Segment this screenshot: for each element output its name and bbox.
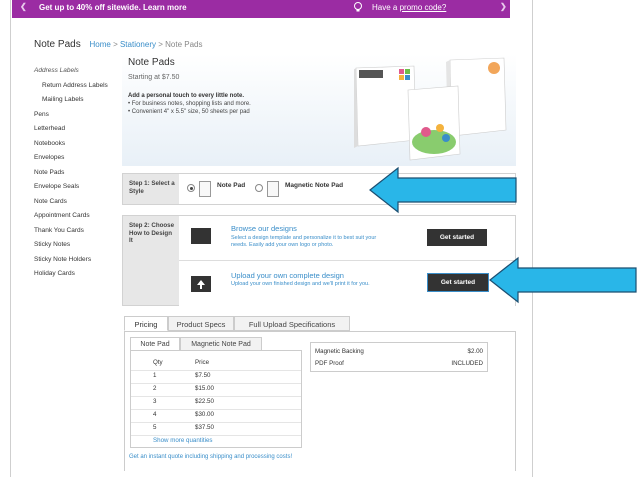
sidebar-item-notebooks[interactable]: Notebooks	[34, 137, 116, 152]
sidebar-item-envelope-seals[interactable]: Envelope Seals	[34, 180, 116, 195]
promo-banner[interactable]: ❮ Get up to 40% off sitewide. Learn more…	[12, 0, 510, 18]
price-cell: $15.00	[195, 385, 214, 392]
step2-design-method: Step 2: Choose How to Design It Browse o…	[122, 215, 516, 306]
frame-right-border	[532, 0, 533, 477]
price-cell: $30.00	[195, 411, 214, 418]
page-title: Note Pads	[34, 39, 81, 50]
price-cell: $22.50	[195, 398, 214, 405]
note-pad-style-icon	[199, 181, 211, 197]
upload-design-row: Upload your own complete design Upload y…	[179, 261, 515, 306]
addon-row: PDF Proof INCLUDED	[311, 357, 487, 370]
promo-code-link[interactable]: promo code?	[400, 3, 447, 12]
starting-price: Starting at $7.50	[128, 74, 180, 81]
upload-design-title[interactable]: Upload your own complete design	[231, 271, 344, 280]
magnetic-note-pad-option-label[interactable]: Magnetic Note Pad	[285, 182, 343, 189]
hero-bullet: • For business notes, shopping lists and…	[128, 101, 251, 107]
breadcrumb-separator: >	[113, 40, 118, 49]
note-pad-option-label[interactable]: Note Pad	[217, 182, 245, 189]
frame-left-border	[10, 0, 11, 477]
hero-bullet: • Convenient 4" x 5.5" size, 50 sheets p…	[128, 109, 250, 115]
table-row: 3 $22.50	[131, 396, 301, 410]
annotation-arrow-left	[489, 256, 637, 304]
addons-table: Magnetic Backing $2.00 PDF Proof INCLUDE…	[310, 342, 488, 372]
tab-product-specs[interactable]: Product Specs	[168, 316, 234, 331]
browse-designs-desc: Select a design template and personalize…	[231, 235, 377, 248]
sidebar-item-address-labels[interactable]: Address Labels	[34, 64, 116, 79]
breadcrumb-stationery[interactable]: Stationery	[120, 40, 156, 49]
addon-name: PDF Proof	[315, 360, 344, 367]
sidebar-item-sticky-note-holders[interactable]: Sticky Note Holders	[34, 253, 116, 268]
magnetic-note-pad-radio[interactable]	[255, 184, 263, 192]
qty-cell: 3	[153, 398, 157, 405]
note-pad-product-image	[354, 57, 507, 161]
subtab-note-pad[interactable]: Note Pad	[130, 337, 180, 351]
table-row: 1 $7.50	[131, 370, 301, 384]
annotation-arrow-left	[369, 166, 517, 214]
product-hero: Note Pads Starting at $7.50 Add a person…	[122, 54, 516, 166]
table-row: 2 $15.00	[131, 383, 301, 397]
upload-icon	[191, 276, 211, 292]
price-header: Price	[195, 359, 210, 366]
price-table: Qty Price 1 $7.50 2 $15.00 3 $22.50 4 $3…	[130, 350, 302, 448]
price-cell: $7.50	[195, 372, 211, 379]
breadcrumb: Home > Stationery > Note Pads	[89, 40, 202, 49]
price-table-header: Qty Price	[131, 357, 301, 371]
upload-design-desc: Upload your own finished design and we'l…	[231, 281, 370, 287]
sidebar-item-envelopes[interactable]: Envelopes	[34, 151, 116, 166]
note-pad-radio[interactable]	[187, 184, 195, 192]
tab-pricing[interactable]: Pricing	[124, 316, 168, 331]
browse-designs-title[interactable]: Browse our designs	[231, 224, 297, 233]
qty-cell: 5	[153, 424, 157, 431]
qty-cell: 4	[153, 411, 157, 418]
sidebar-item-letterhead[interactable]: Letterhead	[34, 122, 116, 137]
chevron-left-icon[interactable]: ❮	[20, 2, 27, 11]
qty-cell: 1	[153, 372, 157, 379]
qty-header: Qty	[153, 359, 163, 366]
table-row: 4 $30.00	[131, 409, 301, 423]
promo-message[interactable]: Get up to 40% off sitewide. Learn more	[39, 3, 187, 12]
browse-designs-icon	[191, 228, 211, 244]
title-row: Note Pads Home > Stationery > Note Pads	[34, 39, 203, 50]
upload-get-started-button[interactable]: Get started	[427, 273, 489, 292]
table-row: 5 $37.50	[131, 422, 301, 436]
sidebar-item-note-cards[interactable]: Note Cards	[34, 195, 116, 210]
browse-designs-row: Browse our designs Select a design templ…	[179, 216, 515, 261]
lightbulb-icon	[354, 2, 362, 12]
browse-get-started-button[interactable]: Get started	[427, 229, 487, 246]
breadcrumb-home[interactable]: Home	[89, 40, 110, 49]
step2-label: Step 2: Choose How to Design It	[129, 222, 175, 244]
sidebar-item-note-pads[interactable]: Note Pads	[34, 166, 116, 181]
sidebar-item-sticky-notes[interactable]: Sticky Notes	[34, 238, 116, 253]
qty-cell: 2	[153, 385, 157, 392]
subtab-magnetic-note-pad[interactable]: Magnetic Note Pad	[180, 337, 262, 351]
breadcrumb-separator: >	[158, 40, 163, 49]
sidebar-item-mailing-labels[interactable]: Mailing Labels	[34, 93, 116, 108]
price-cell: $37.50	[195, 424, 214, 431]
product-title: Note Pads	[128, 57, 175, 68]
tab-full-upload-specifications[interactable]: Full Upload Specifications	[234, 316, 350, 331]
sidebar: Address Labels Return Address Labels Mai…	[34, 64, 116, 282]
breadcrumb-current: Note Pads	[165, 40, 203, 49]
promo-prefix: Have a	[372, 3, 398, 12]
show-more-quantities-link[interactable]: Show more quantities	[153, 437, 213, 444]
step1-label: Step 1: Select a Style	[129, 180, 175, 195]
magnetic-note-pad-style-icon	[267, 181, 279, 197]
addon-value: INCLUDED	[451, 360, 483, 367]
page: ❮ Get up to 40% off sitewide. Learn more…	[0, 0, 644, 477]
instant-quote-link[interactable]: Get an instant quote including shipping …	[129, 454, 292, 460]
hero-tagline: Add a personal touch to every little not…	[128, 93, 245, 99]
sidebar-item-thank-you-cards[interactable]: Thank You Cards	[34, 224, 116, 239]
pricing-panel: Note Pad Magnetic Note Pad Qty Price 1 $…	[124, 331, 516, 471]
sidebar-item-return-address-labels[interactable]: Return Address Labels	[34, 79, 116, 94]
sidebar-item-holiday-cards[interactable]: Holiday Cards	[34, 267, 116, 282]
chevron-right-icon[interactable]: ❯	[500, 2, 507, 11]
sidebar-item-pens[interactable]: Pens	[34, 108, 116, 123]
sidebar-item-appointment-cards[interactable]: Appointment Cards	[34, 209, 116, 224]
promo-code-text: Have a promo code?	[372, 3, 446, 12]
